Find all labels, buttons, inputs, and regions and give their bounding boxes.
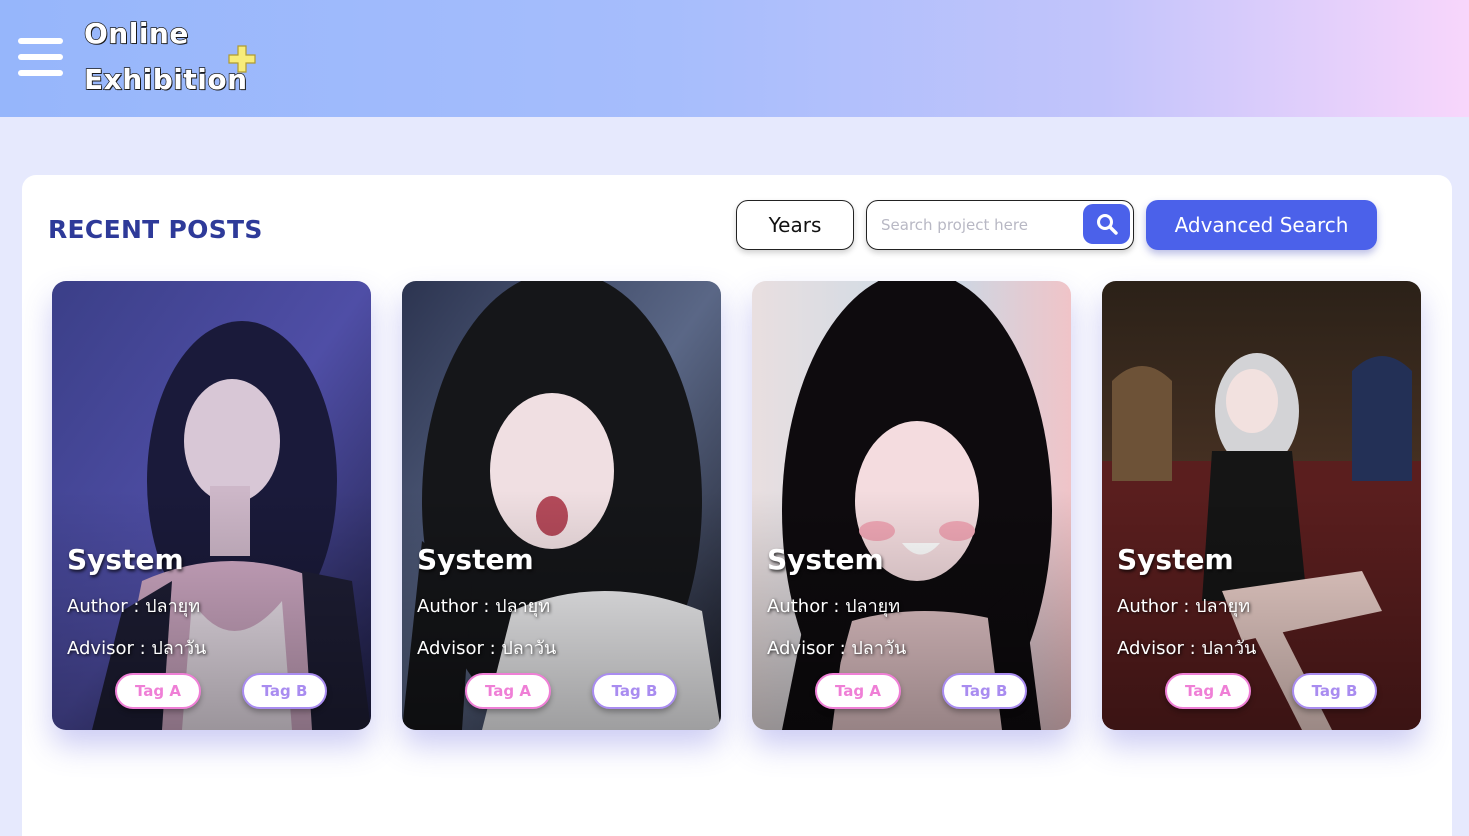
post-title: System <box>417 543 534 576</box>
post-advisor: Advisor : ปลาวัน <box>767 638 907 659</box>
search-icon <box>1096 214 1118 235</box>
logo-text-line1: Online <box>83 16 189 50</box>
tag-a-button[interactable]: Tag A <box>115 673 201 709</box>
post-author: Author : ปลายุท <box>1117 596 1251 617</box>
post-advisor: Advisor : ปลาวัน <box>417 638 557 659</box>
post-card[interactable]: System Author : ปลายุท Advisor : ปลาวัน … <box>752 281 1071 730</box>
post-advisor: Advisor : ปลาวัน <box>67 638 207 659</box>
tag-a-button[interactable]: Tag A <box>815 673 901 709</box>
section-title: RECENT POSTS <box>48 215 263 244</box>
main-panel: RECENT POSTS Years Advanced Search <box>22 175 1452 836</box>
post-title: System <box>1117 543 1234 576</box>
tag-b-button[interactable]: Tag B <box>942 673 1027 709</box>
tag-b-button[interactable]: Tag B <box>592 673 677 709</box>
advanced-search-button[interactable]: Advanced Search <box>1146 200 1377 250</box>
tag-a-button[interactable]: Tag A <box>1165 673 1251 709</box>
years-filter-button[interactable]: Years <box>736 200 854 250</box>
post-author: Author : ปลายุท <box>417 596 551 617</box>
post-advisor: Advisor : ปลาวัน <box>1117 638 1257 659</box>
post-card[interactable]: System Author : ปลายุท Advisor : ปลาวัน … <box>1102 281 1421 730</box>
search-box <box>866 200 1134 250</box>
post-title: System <box>67 543 184 576</box>
logo-text-line2: Exhibition <box>83 62 248 96</box>
post-card[interactable]: System Author : ปลายุท Advisor : ปลาวัน … <box>402 281 721 730</box>
search-input[interactable] <box>881 210 1071 240</box>
post-author: Author : ปลายุท <box>67 596 201 617</box>
hamburger-menu-icon[interactable] <box>18 38 64 78</box>
plus-icon <box>228 45 256 73</box>
post-author: Author : ปลายุท <box>767 596 901 617</box>
post-card[interactable]: System Author : ปลายุท Advisor : ปลาวัน … <box>52 281 371 730</box>
tag-a-button[interactable]: Tag A <box>465 673 551 709</box>
search-button[interactable] <box>1083 204 1130 244</box>
top-header: Online Exhibition <box>0 0 1469 117</box>
post-title: System <box>767 543 884 576</box>
tag-b-button[interactable]: Tag B <box>1292 673 1377 709</box>
tag-b-button[interactable]: Tag B <box>242 673 327 709</box>
